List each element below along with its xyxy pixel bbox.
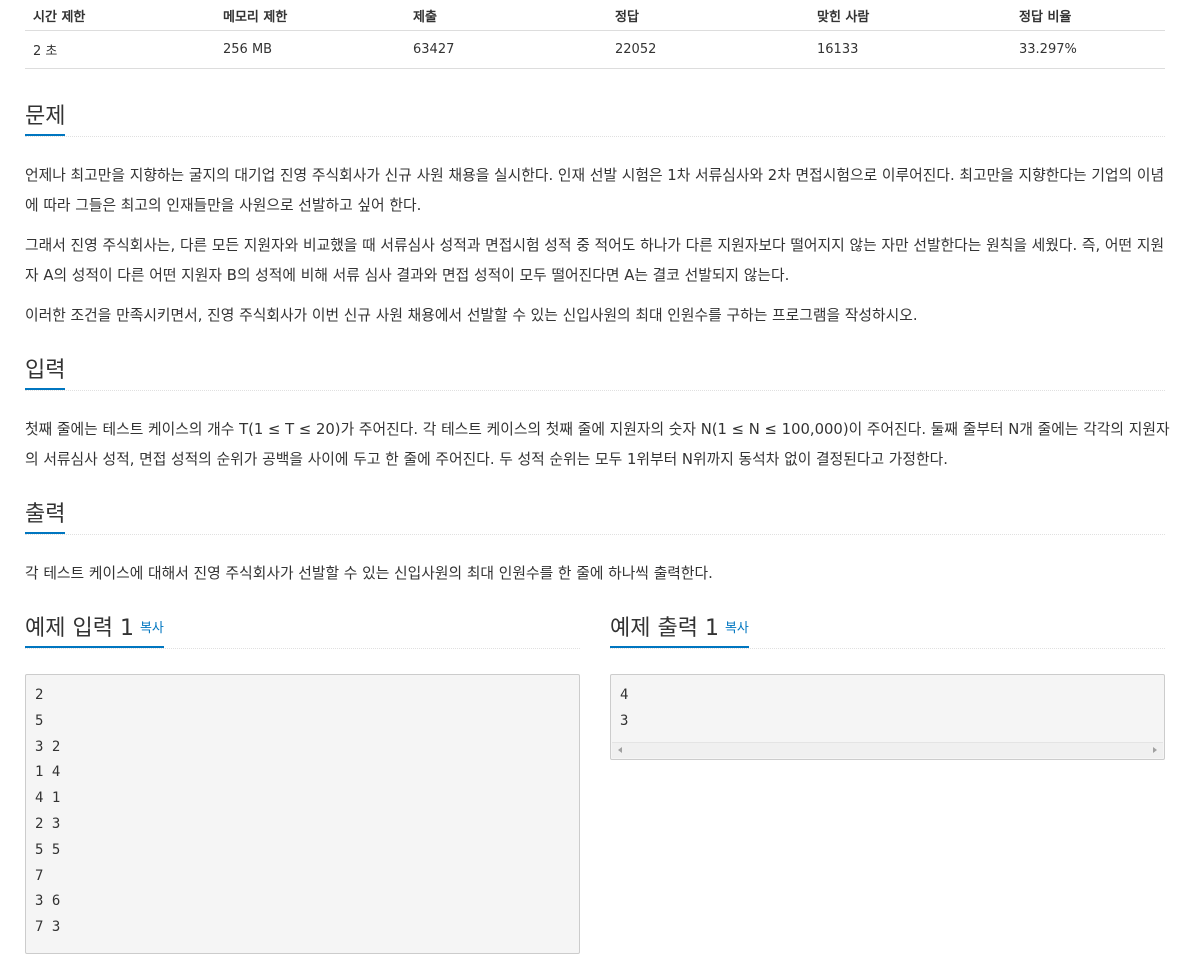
output-section-header: 출력: [25, 498, 1165, 535]
problem-title: 문제: [25, 100, 66, 136]
sample-input-line: 2: [35, 687, 44, 703]
sample-input-title: 예제 입력 1: [25, 616, 134, 641]
problem-paragraph-2: 그래서 진영 주식회사는, 다른 모든 지원자와 비교했을 때 서류심사 성적과…: [25, 237, 1165, 284]
copy-sample-output-button[interactable]: 복사: [725, 621, 749, 636]
accepted-header: 정답: [607, 0, 809, 31]
problem-page: 시간 제한 메모리 제한 제출 정답 맞힌 사람 정답 비율 2 초 256 M…: [0, 0, 1190, 954]
problem-paragraph-3: 이러한 조건을 만족시키면서, 진영 주식회사가 이번 신규 사원 채용에서 선…: [25, 307, 918, 324]
scroll-right-arrow-icon[interactable]: [1153, 747, 1157, 753]
copy-sample-input-button[interactable]: 복사: [140, 621, 164, 636]
sample-input-line: 7: [35, 867, 44, 884]
sample-input-line: 3 2: [35, 738, 61, 755]
info-header-row: 시간 제한 메모리 제한 제출 정답 맞힌 사람 정답 비율: [25, 0, 1165, 31]
sample-input-box[interactable]: 2 5 3 2 1 4 4 1 2 3 5 5 7 3 6 7 3: [25, 674, 580, 954]
sample-input-line: 4 1: [35, 790, 61, 807]
time-limit-value: 2 초: [25, 30, 215, 69]
input-title: 입력: [25, 354, 66, 390]
sample-input-line: 2 3: [35, 815, 61, 832]
sample-output-title-wrap: 예제 출력 1 복사: [610, 612, 749, 648]
scroll-left-arrow-icon[interactable]: [618, 747, 622, 753]
accept-ratio-value: 33.297%: [1011, 30, 1165, 69]
memory-limit-header: 메모리 제한: [215, 0, 405, 31]
problem-section-header: 문제: [25, 100, 1165, 137]
solvers-header: 맞힌 사람: [809, 0, 1011, 31]
sample-input-line: 1 4: [35, 764, 61, 781]
solvers-value: 16133: [809, 30, 1011, 69]
problem-paragraph-1: 언제나 최고만을 지향하는 굴지의 대기업 진영 주식회사가 신규 사원 채용을…: [25, 167, 1165, 214]
submissions-header: 제출: [405, 0, 607, 31]
input-description: 첫째 줄에는 테스트 케이스의 개수 T(1 ≤ T ≤ 20)가 주어진다. …: [25, 421, 1170, 468]
memory-limit-value: 256 MB: [215, 30, 405, 69]
problem-info-table: 시간 제한 메모리 제한 제출 정답 맞힌 사람 정답 비율 2 초 256 M…: [25, 0, 1165, 69]
sample-output-header: 예제 출력 1 복사: [610, 612, 1165, 649]
accept-ratio-header: 정답 비율: [1011, 0, 1165, 31]
time-limit-header: 시간 제한: [25, 0, 215, 31]
sample-input-line: 5 5: [35, 841, 61, 858]
sample-output-box[interactable]: 43: [610, 674, 1165, 760]
info-value-row: 2 초 256 MB 63427 22052 16133 33.297%: [25, 30, 1165, 69]
sample-input-title-wrap: 예제 입력 1 복사: [25, 612, 164, 648]
sample-input-header: 예제 입력 1 복사: [25, 612, 580, 649]
submissions-value: 63427: [405, 30, 607, 69]
output-title: 출력: [25, 498, 66, 534]
sample-input-line: 5: [35, 712, 44, 729]
sample-output-line: 4: [620, 687, 629, 703]
horizontal-scrollbar[interactable]: [612, 742, 1163, 758]
sample-input-line: 3 6: [35, 893, 61, 910]
sample-output-line: 3: [620, 712, 629, 729]
sample-output-title: 예제 출력 1: [610, 616, 719, 641]
output-description: 각 테스트 케이스에 대해서 진영 주식회사가 선발할 수 있는 신입사원의 최…: [25, 565, 713, 582]
sample-input-line: 7 3: [35, 919, 61, 936]
input-section-header: 입력: [25, 354, 1165, 391]
accepted-value: 22052: [607, 30, 809, 69]
